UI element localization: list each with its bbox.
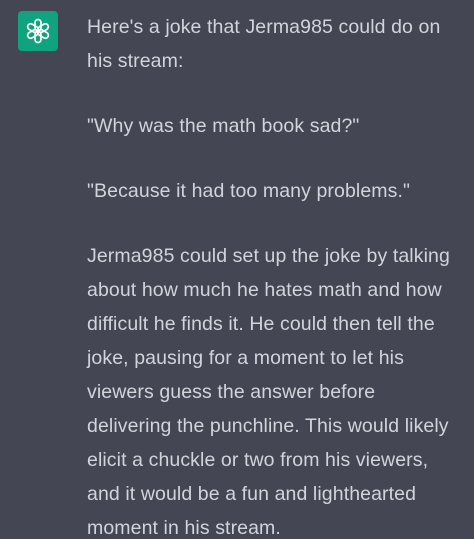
message-intro: Here's a joke that Jerma985 could do on … [87,16,441,72]
message-content: Here's a joke that Jerma985 could do on … [87,10,459,539]
openai-logo-icon [26,18,50,44]
assistant-avatar [18,11,58,51]
joke-question: "Why was the math book sad?" [87,115,360,137]
message-explanation: Jerma985 could set up the joke by talkin… [87,245,450,539]
joke-punchline: "Because it had too many problems." [87,180,411,202]
assistant-message: Here's a joke that Jerma985 could do on … [0,0,474,539]
